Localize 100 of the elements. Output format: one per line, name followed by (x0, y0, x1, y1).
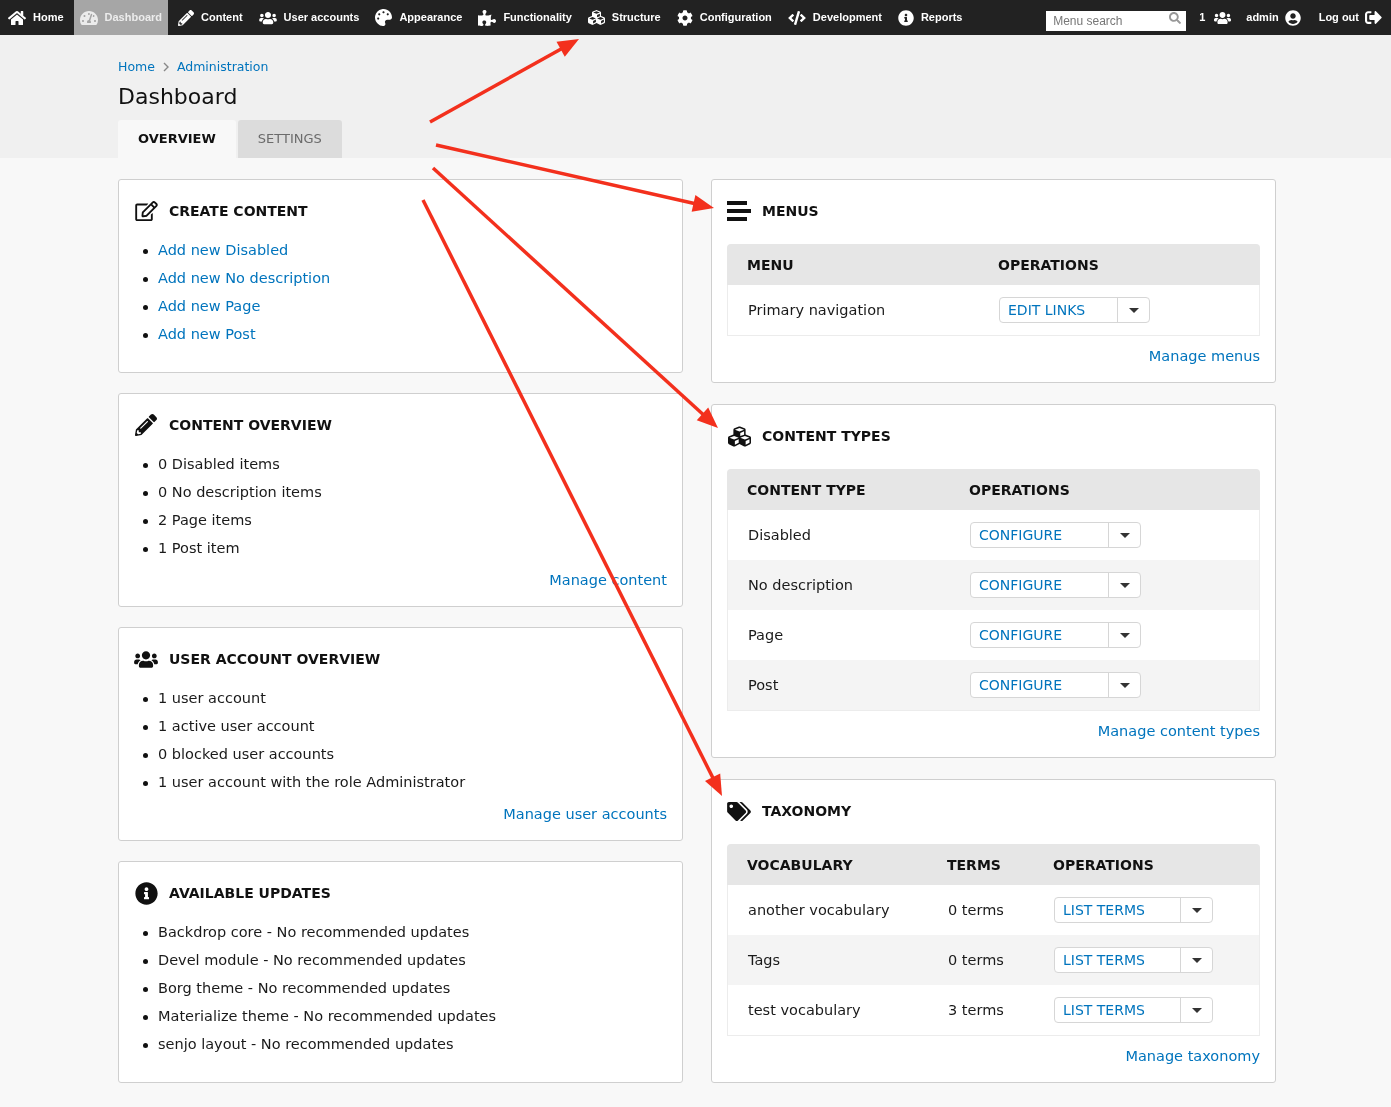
caret-icon (1119, 532, 1130, 538)
bullet-icon (143, 696, 148, 702)
list-item: Materialize theme - No recommended updates (158, 1007, 497, 1027)
toolbar-link[interactable]: Appearance (369, 0, 469, 35)
caret-icon (1119, 632, 1130, 638)
card-title: AVAILABLE UPDATES (169, 883, 331, 903)
toolbar-link[interactable]: Content (172, 0, 249, 35)
column-header: OPERATIONS (969, 481, 1070, 498)
info-icon (134, 881, 158, 905)
table-cell: Page (748, 627, 784, 643)
table-cell: another vocabulary (748, 902, 890, 918)
operation-button[interactable]: CONFIGURE (971, 573, 1109, 597)
table-cell: test vocabulary (748, 1002, 861, 1018)
manage-link[interactable]: Manage user accounts (503, 804, 667, 826)
edit-icon (134, 201, 158, 221)
table-cell: 0 terms (948, 952, 1004, 968)
users-icon (1214, 10, 1232, 25)
logout-link[interactable]: Log out (1318, 9, 1382, 26)
sign-out-icon (1365, 9, 1382, 26)
breadcrumb-link[interactable]: Home (118, 57, 155, 77)
table-cell: 3 terms (948, 1002, 1004, 1018)
bullet-icon (143, 546, 148, 552)
gear-icon (676, 9, 693, 26)
list-link[interactable]: Add new Disabled (158, 240, 289, 262)
bullet-icon (143, 518, 148, 524)
bullet-icon (143, 248, 148, 254)
bullet-icon (143, 490, 148, 496)
tab[interactable]: SETTINGS (237, 120, 342, 158)
list-item: Devel module - No recommended updates (158, 951, 466, 971)
user-menu-link[interactable]: admin (1246, 9, 1301, 26)
list-link[interactable]: Add new No description (158, 268, 331, 290)
toolbar-link[interactable]: Functionality (472, 0, 578, 35)
search-field[interactable]: Menu search (1046, 10, 1187, 31)
list-item: 2 Page items (158, 511, 252, 531)
bullet-icon (143, 930, 148, 936)
list-item: 0 Disabled items (158, 455, 280, 475)
bullet-icon (143, 986, 148, 992)
caret-icon (1119, 682, 1130, 688)
column-header: CONTENT TYPE (747, 481, 866, 498)
toolbar-link[interactable]: Reports (891, 0, 969, 35)
bars-icon (727, 201, 751, 221)
tab[interactable]: OVERVIEW (118, 120, 236, 158)
page-title: Dashboard (118, 83, 238, 111)
caret-icon (1119, 582, 1130, 588)
pencil-icon (135, 414, 157, 436)
bullet-icon (143, 752, 148, 758)
list-item: 1 active user account (158, 717, 315, 737)
operation-button[interactable]: LIST TERMS (1055, 898, 1181, 922)
caret-icon (1128, 307, 1139, 313)
list-item: 1 Post item (158, 539, 240, 559)
operation-button[interactable]: CONFIGURE (971, 623, 1109, 647)
list-item: Borg theme - No recommended updates (158, 979, 451, 999)
list-item: senjo layout - No recommended updates (158, 1035, 454, 1055)
operation-button[interactable]: EDIT LINKS (1000, 298, 1118, 322)
chevron-icon (162, 62, 169, 72)
toolbar-link[interactable]: User accounts (252, 0, 366, 35)
manage-link[interactable]: Manage taxonomy (1125, 1046, 1260, 1068)
bullet-icon (143, 1014, 148, 1020)
home-icon (8, 9, 26, 26)
toolbar-link[interactable]: Development (781, 0, 888, 35)
breadcrumb-link[interactable]: Administration (176, 57, 269, 77)
bullet-icon (143, 780, 148, 786)
puzzle-icon (478, 9, 497, 26)
list-item: 1 user account (158, 689, 266, 709)
list-item: Backdrop core - No recommended updates (158, 923, 470, 943)
list-link[interactable]: Add new Page (158, 296, 261, 318)
toolbar-link[interactable]: Home (2, 0, 70, 35)
toolbar-link[interactable]: Structure (581, 0, 667, 35)
column-header: MENU (747, 256, 794, 273)
operation-button[interactable]: CONFIGURE (971, 523, 1109, 547)
table-cell: Primary navigation (748, 302, 886, 318)
manage-link[interactable]: Manage menus (1148, 346, 1260, 368)
toolbar-link[interactable]: Configuration (670, 0, 778, 35)
bullet-icon (143, 724, 148, 730)
bullet-icon (143, 332, 148, 338)
column-header: TERMS (947, 856, 1001, 873)
card-title: USER ACCOUNT OVERVIEW (169, 649, 381, 669)
card-title: MENUS (762, 201, 819, 221)
list-item: 0 No description items (158, 483, 322, 503)
online-users-link[interactable]: 1 (1199, 9, 1232, 26)
cubes-icon (587, 9, 605, 26)
bullet-icon (143, 958, 148, 964)
list-item: 1 user account with the role Administrator (158, 773, 466, 793)
users-icon (134, 649, 158, 669)
manage-link[interactable]: Manage content types (1097, 721, 1260, 743)
column-header: VOCABULARY (747, 856, 853, 873)
table-cell: Tags (748, 952, 781, 968)
info-icon (897, 9, 914, 26)
pencil-icon (178, 9, 195, 26)
bullet-icon (143, 276, 148, 282)
operation-button[interactable]: LIST TERMS (1055, 998, 1181, 1022)
column-header: OPERATIONS (1053, 856, 1154, 873)
list-item: 0 blocked user accounts (158, 745, 335, 765)
code-icon (787, 10, 806, 25)
list-link[interactable]: Add new Post (158, 324, 256, 346)
operation-button[interactable]: CONFIGURE (971, 673, 1109, 697)
card-title: CONTENT TYPES (762, 426, 891, 446)
table-cell: No description (748, 577, 853, 593)
operation-button[interactable]: LIST TERMS (1055, 948, 1181, 972)
card-title: TAXONOMY (762, 801, 852, 821)
